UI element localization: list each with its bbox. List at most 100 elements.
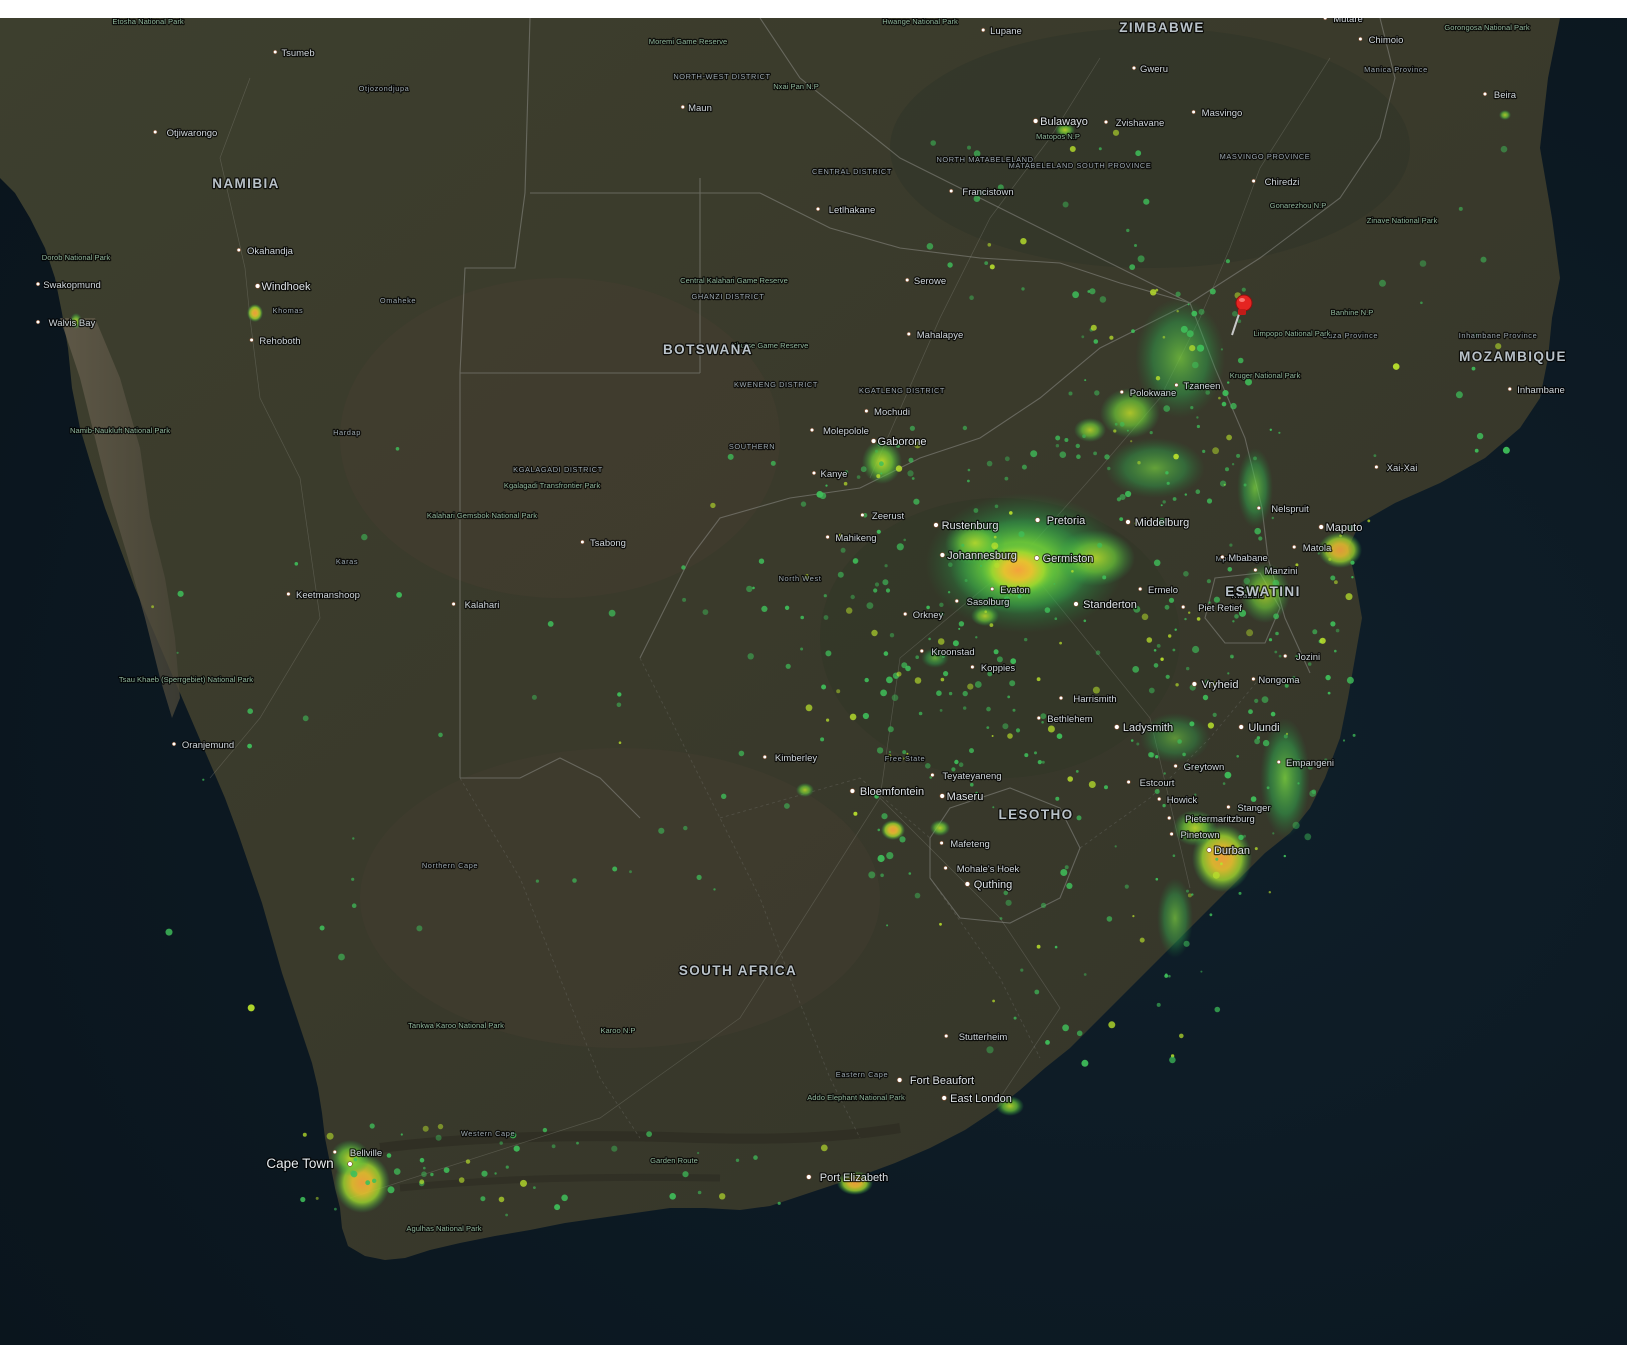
city-dot-jozini[interactable] [1283, 653, 1288, 659]
city-label-swakopmund[interactable]: Swakopmund [42, 279, 102, 292]
city-label-mutare[interactable]: Mutare [1332, 18, 1364, 26]
city-dot-swakopmund[interactable] [35, 281, 41, 287]
city-dot-francistown[interactable] [949, 188, 954, 194]
city-label-kimberley[interactable]: Kimberley [774, 752, 819, 765]
city-dot-okahandja[interactable] [236, 247, 241, 253]
city-dot-empangeni[interactable] [1276, 759, 1281, 765]
city-dot-fort-beaufort[interactable] [896, 1077, 903, 1083]
city-label-quthing[interactable]: Quthing [973, 878, 1014, 892]
city-label-molepolole[interactable]: Molepolole [822, 425, 870, 438]
city-label-pinetown[interactable]: Pinetown [1179, 829, 1220, 842]
city-dot-middelburg[interactable] [1125, 519, 1131, 525]
city-dot-keetmanshoop[interactable] [286, 591, 291, 597]
city-dot-rustenburg[interactable] [933, 522, 939, 528]
city-dot-letlhakane[interactable] [815, 206, 821, 212]
city-dot-maseru[interactable] [939, 793, 945, 799]
city-label-mafeteng[interactable]: Mafeteng [949, 838, 991, 851]
city-label-walvis-bay[interactable]: Walvis Bay [47, 317, 96, 330]
city-dot-xai-xai[interactable] [1374, 464, 1379, 470]
city-label-mochudi[interactable]: Mochudi [873, 406, 911, 419]
city-label-gaborone[interactable]: Gaborone [876, 435, 927, 449]
city-label-bellville[interactable]: Bellville [349, 1147, 384, 1160]
city-dot-oranjemund[interactable] [171, 741, 177, 747]
city-dot-durban[interactable] [1206, 847, 1212, 853]
city-label-okahandja[interactable]: Okahandja [246, 245, 295, 258]
city-dot-harrismith[interactable] [1058, 695, 1064, 701]
city-label-fort-beaufort[interactable]: Fort Beaufort [909, 1074, 976, 1088]
city-dot-chimoio[interactable] [1358, 36, 1363, 42]
city-label-lupane[interactable]: Lupane [989, 25, 1023, 38]
city-label-stutterheim[interactable]: Stutterheim [958, 1031, 1009, 1044]
city-dot-sasolburg[interactable] [954, 598, 959, 604]
city-label-rustenburg[interactable]: Rustenburg [940, 519, 999, 533]
city-label-oranjemund[interactable]: Oranjemund [181, 739, 236, 752]
city-dot-howick[interactable] [1157, 796, 1162, 802]
city-dot-mochudi[interactable] [864, 408, 869, 414]
city-label-middelburg[interactable]: Middelburg [1134, 516, 1191, 530]
city-label-maseru[interactable]: Maseru [945, 790, 984, 804]
city-dot-masvingo[interactable] [1191, 109, 1196, 115]
city-label-tzaneen[interactable]: Tzaneen [1182, 380, 1221, 393]
city-dot-beira[interactable] [1482, 91, 1488, 97]
city-label-vryheid[interactable]: Vryheid [1200, 678, 1239, 692]
city-dot-pinetown[interactable] [1169, 831, 1174, 837]
city-dot-ermelo[interactable] [1138, 586, 1143, 592]
city-dot-kroonstad[interactable] [919, 648, 924, 654]
city-dot-kanye[interactable] [811, 470, 817, 476]
city-label-sasolburg[interactable]: Sasolburg [965, 596, 1010, 609]
city-dot-chiredzi[interactable] [1251, 178, 1256, 184]
city-label-xai-xai[interactable]: Xai-Xai [1385, 462, 1418, 475]
city-label-nongoma[interactable]: Nongoma [1257, 674, 1301, 687]
city-label-howick[interactable]: Howick [1165, 794, 1198, 807]
city-label-masvingo[interactable]: Masvingo [1200, 107, 1243, 120]
city-label-empangeni[interactable]: Empangeni [1285, 757, 1335, 770]
city-dot-bethlehem[interactable] [1036, 715, 1041, 721]
city-dot-zvishavane[interactable] [1103, 119, 1109, 125]
city-label-chiredzi[interactable]: Chiredzi [1263, 176, 1300, 189]
city-label-mbabane[interactable]: Mbabane [1227, 552, 1269, 565]
city-label-east-london[interactable]: East London [949, 1092, 1013, 1106]
city-dot-vryheid[interactable] [1191, 681, 1198, 687]
city-dot-port-elizabeth[interactable] [806, 1174, 812, 1180]
city-label-mahalapye[interactable]: Mahalapye [916, 329, 965, 342]
city-label-mohales-hoek[interactable]: Mohale's Hoek [956, 863, 1021, 876]
city-dot-stutterheim[interactable] [944, 1033, 949, 1039]
city-dot-mahalapye[interactable] [906, 331, 911, 337]
city-label-zeerust[interactable]: Zeerust [871, 510, 906, 523]
city-label-tsumeb[interactable]: Tsumeb [280, 47, 316, 60]
city-label-harrismith[interactable]: Harrismith [1072, 693, 1118, 706]
city-label-keetmanshoop[interactable]: Keetmanshoop [295, 589, 361, 602]
city-dot-orkney[interactable] [903, 611, 908, 617]
city-dot-maun[interactable] [680, 104, 685, 110]
city-label-pietermaritzburg[interactable]: Pietermaritzburg [1184, 813, 1256, 826]
city-dot-kalahari[interactable] [451, 601, 456, 607]
city-dot-bellville[interactable] [332, 1149, 337, 1155]
city-label-francistown[interactable]: Francistown [961, 186, 1015, 199]
city-dot-zeerust[interactable] [860, 512, 865, 518]
city-label-letlhakane[interactable]: Letlhakane [828, 204, 877, 217]
city-dot-koppies[interactable] [970, 664, 975, 670]
city-label-port-elizabeth[interactable]: Port Elizabeth [819, 1171, 890, 1185]
city-dot-east-london[interactable] [941, 1095, 947, 1101]
city-label-kroonstad[interactable]: Kroonstad [930, 646, 976, 659]
city-label-pretoria[interactable]: Pretoria [1046, 514, 1088, 528]
satellite-night-lights-map[interactable]: NORTH-WEST DISTRICT CENTRAL DISTRICT GHANZ… [0, 18, 1627, 1345]
city-label-kalahari[interactable]: Kalahari [463, 599, 500, 612]
city-dot-stanger[interactable] [1226, 804, 1231, 810]
city-label-greytown[interactable]: Greytown [1182, 761, 1225, 774]
city-dot-ulundi[interactable] [1238, 724, 1244, 730]
city-dot-nelspruit[interactable] [1256, 505, 1261, 511]
city-dot-mutare[interactable] [1323, 18, 1328, 21]
city-dot-rehoboth[interactable] [249, 337, 254, 343]
city-dot-molepolole[interactable] [809, 427, 815, 433]
city-dot-estcourt[interactable] [1126, 779, 1131, 785]
city-dot-lupane[interactable] [981, 27, 986, 33]
city-label-stanger[interactable]: Stanger [1236, 802, 1272, 815]
city-dot-johannesburg[interactable] [939, 552, 946, 558]
city-dot-mafeteng[interactable] [939, 840, 944, 846]
city-dot-windhoek[interactable] [254, 283, 261, 289]
city-dot-quthing[interactable] [964, 881, 971, 887]
city-label-ulundi[interactable]: Ulundi [1247, 721, 1281, 735]
city-label-jozini[interactable]: Jozini [1295, 651, 1322, 664]
city-label-mafikeng[interactable]: Mahikeng [834, 532, 878, 545]
